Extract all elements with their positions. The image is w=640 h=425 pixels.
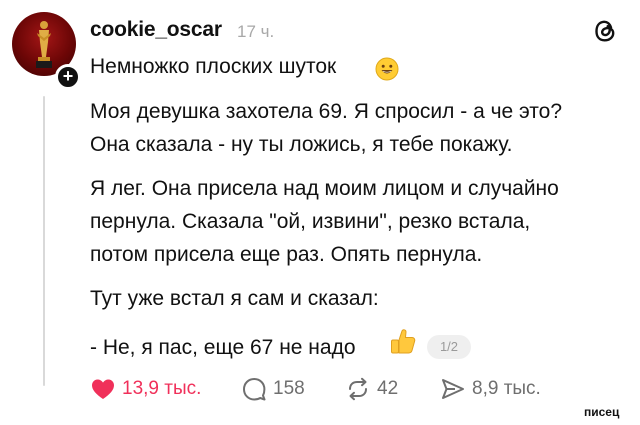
text-line: Она сказала - ну ты ложись, я тебе покаж…	[90, 133, 513, 156]
post-paragraph-1: Моя девушка захотела 69. Я спросил - а ч…	[90, 95, 562, 161]
username[interactable]: cookie_oscar	[90, 18, 222, 42]
comment-icon	[243, 378, 266, 401]
threads-logo-icon[interactable]	[590, 16, 620, 46]
share-icon	[442, 379, 464, 399]
text-line: пернула. Сказала "ой, извини", резко вст…	[90, 210, 531, 233]
repost-button[interactable]: 42	[345, 375, 398, 403]
follow-plus-icon[interactable]: +	[55, 64, 81, 90]
share-button[interactable]: 8,9 тыс.	[440, 375, 541, 403]
smiley-emoji-icon	[375, 57, 399, 81]
text-line: Тут уже встал я сам и сказал:	[90, 287, 379, 310]
repost-count: 42	[377, 378, 399, 399]
text-line: Моя девушка захотела 69. Я спросил - а ч…	[90, 100, 563, 123]
like-button[interactable]: 13,9 тыс.	[90, 375, 201, 403]
post-paragraph-3: Тут уже встал я сам и сказал:	[90, 282, 379, 315]
text-line: потом присела еще раз. Опять пернула.	[90, 243, 483, 266]
thumbs-up-emoji-icon	[391, 329, 416, 354]
post-time: 17 ч.	[237, 22, 275, 41]
post-paragraph-4: - Не, я пас, еще 67 не надо	[90, 331, 356, 364]
watermark: писец	[584, 405, 620, 419]
comment-count: 158	[273, 378, 305, 399]
like-count: 13,9 тыс.	[122, 378, 202, 399]
thread-line	[43, 96, 45, 386]
comment-button[interactable]: 158	[241, 375, 305, 403]
share-count: 8,9 тыс.	[472, 378, 541, 399]
repost-icon	[349, 377, 367, 401]
page-indicator[interactable]: 1/2	[427, 335, 471, 359]
text-line: Я лег. Она присела над моим лицом и случ…	[90, 177, 559, 200]
post-paragraph-2: Я лег. Она присела над моим лицом и случ…	[90, 172, 559, 271]
post-subtitle: Немножко плоских шуток	[90, 55, 337, 78]
heart-icon	[92, 379, 114, 399]
text-line: - Не, я пас, еще 67 не надо	[90, 336, 356, 359]
